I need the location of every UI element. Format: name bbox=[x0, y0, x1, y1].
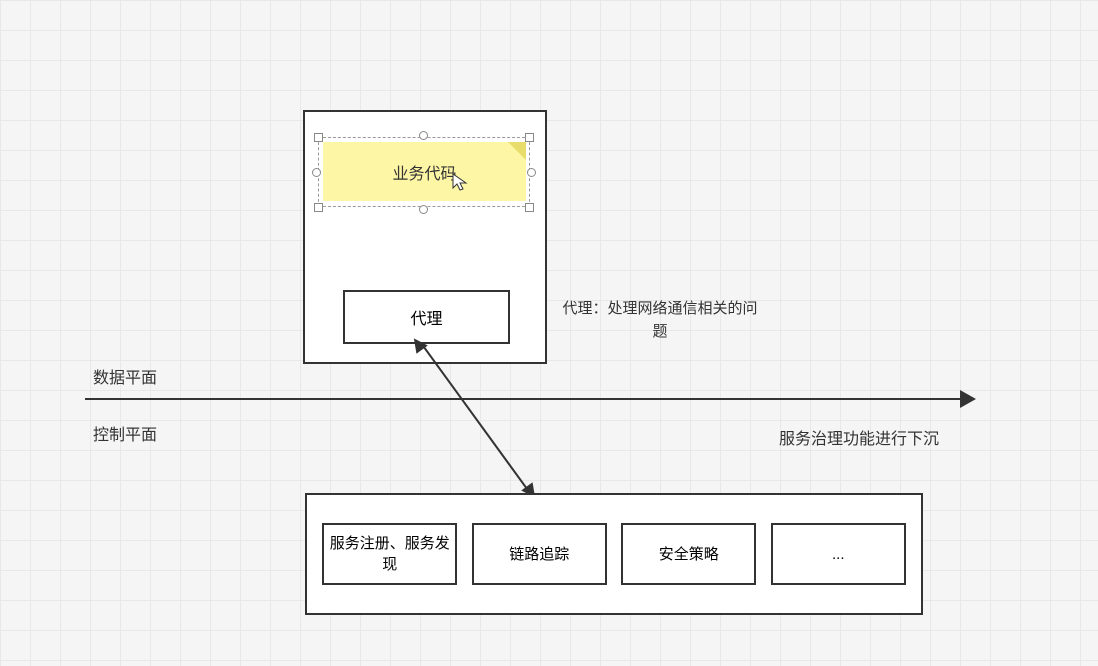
proxy-description: 代理：处理网络通信相关的问题 bbox=[560, 298, 760, 343]
service-box-label: 服务注册、服务发现 bbox=[328, 533, 451, 575]
resize-handle-se[interactable] bbox=[525, 203, 534, 212]
proxy-box[interactable]: 代理 bbox=[343, 290, 510, 344]
governance-label: 服务治理功能进行下沉 bbox=[779, 425, 939, 449]
service-box-security[interactable]: 安全策略 bbox=[621, 523, 756, 585]
service-box-registry[interactable]: 服务注册、服务发现 bbox=[322, 523, 457, 585]
proxy-label: 代理 bbox=[410, 305, 442, 329]
data-plane-label: 数据平面 bbox=[93, 364, 157, 388]
service-box-label: 安全策略 bbox=[659, 544, 719, 565]
control-plane-label: 控制平面 bbox=[93, 421, 157, 445]
service-box-more[interactable]: ... bbox=[771, 523, 906, 585]
service-box-label: 链路追踪 bbox=[509, 544, 569, 565]
resize-handle-sw[interactable] bbox=[314, 203, 323, 212]
selection-outline bbox=[318, 137, 530, 207]
resize-handle-w[interactable] bbox=[312, 168, 321, 177]
service-box-label: ... bbox=[832, 544, 845, 565]
axis-arrow-icon bbox=[960, 390, 976, 408]
service-box-tracing[interactable]: 链路追踪 bbox=[472, 523, 607, 585]
resize-handle-n[interactable] bbox=[419, 131, 428, 140]
resize-handle-nw[interactable] bbox=[314, 133, 323, 142]
resize-handle-ne[interactable] bbox=[525, 133, 534, 142]
connector-line bbox=[420, 342, 533, 497]
resize-handle-s[interactable] bbox=[419, 205, 428, 214]
horizontal-axis bbox=[85, 398, 965, 400]
lower-container: 服务注册、服务发现 链路追踪 安全策略 ... bbox=[305, 493, 923, 615]
resize-handle-e[interactable] bbox=[527, 168, 536, 177]
